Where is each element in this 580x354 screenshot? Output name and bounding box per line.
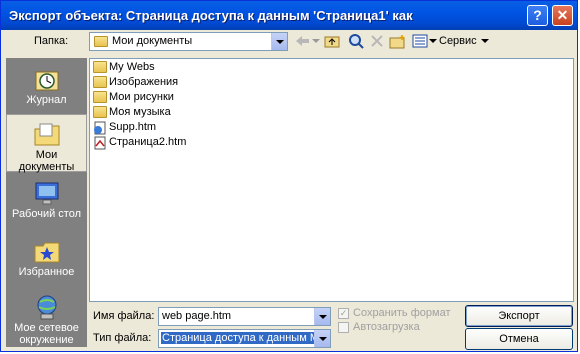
search-web-icon[interactable]	[347, 32, 365, 50]
filetype-value: Страница доступа к данным Micro	[161, 332, 330, 344]
help-button[interactable]: ?	[527, 5, 548, 26]
my-documents-icon	[33, 121, 61, 147]
place-label: Мое сетевое окружение	[14, 322, 79, 346]
save-format-label: Сохранить формат	[353, 307, 451, 319]
place-label: Рабочий стол	[11, 208, 82, 220]
filetype-combobox[interactable]: Страница доступа к данным Micro	[158, 329, 331, 348]
network-icon	[33, 294, 61, 320]
list-item[interactable]: Supp.htm	[93, 119, 156, 134]
file-list[interactable]: My Webs Изображения Мои рисунки Моя музы…	[89, 58, 574, 302]
file-name: Страница2.htm	[109, 135, 187, 148]
chevron-down-icon[interactable]	[314, 330, 330, 347]
file-name: My Webs	[109, 60, 155, 73]
my-documents-icon	[94, 36, 108, 47]
file-name: Мои рисунки	[109, 90, 174, 103]
views-icon[interactable]	[411, 32, 429, 50]
place-history[interactable]: Журнал	[6, 60, 87, 118]
tools-menu-label: Сервис	[439, 35, 477, 47]
folder-combobox[interactable]: Мои документы	[89, 32, 288, 51]
file-name: Моя музыка	[109, 105, 171, 118]
folder-combobox-value: Мои документы	[112, 35, 193, 47]
autostart-checkbox[interactable]	[338, 322, 349, 333]
filename-value: web page.htm	[162, 310, 232, 322]
desktop-icon	[33, 180, 61, 206]
chevron-down-icon[interactable]	[271, 33, 287, 50]
new-folder-icon[interactable]	[389, 32, 407, 50]
favorites-icon	[33, 238, 61, 264]
chevron-down-icon	[480, 39, 489, 43]
filename-label: Имя файла:	[93, 310, 155, 322]
list-item[interactable]: Страница2.htm	[93, 134, 186, 149]
filetype-label: Тип файла:	[93, 332, 152, 344]
htm-file-icon	[93, 136, 107, 149]
back-icon[interactable]	[293, 32, 311, 50]
place-label: Мои документы	[18, 149, 75, 173]
folder-icon	[93, 75, 107, 88]
place-desktop[interactable]: Рабочий стол	[6, 174, 87, 232]
list-item[interactable]: My Webs	[93, 59, 155, 74]
up-folder-icon[interactable]	[323, 32, 341, 50]
list-item[interactable]: Моя музыка	[93, 104, 171, 119]
autostart-label: Автозагрузка	[353, 321, 420, 333]
back-dropdown-icon[interactable]	[311, 32, 321, 50]
close-icon: ✕	[556, 7, 569, 23]
places-bar: Журнал Мои документы Рабочий стол Избран…	[6, 58, 87, 347]
place-label: Избранное	[18, 266, 75, 278]
folder-icon	[93, 90, 107, 103]
close-button[interactable]: ✕	[552, 5, 573, 26]
save-format-checkbox[interactable]: ✓	[338, 308, 349, 319]
views-dropdown-icon[interactable]	[429, 32, 437, 50]
tools-menu-button[interactable]: Сервис	[439, 35, 489, 47]
folder-icon	[93, 105, 107, 118]
window-title: Экспорт объекта: Страница доступа к данн…	[9, 8, 413, 23]
place-label: Журнал	[26, 94, 67, 106]
filename-combobox[interactable]: web page.htm	[158, 307, 331, 326]
file-name: Изображения	[109, 75, 179, 88]
chevron-down-icon[interactable]	[314, 308, 330, 325]
delete-icon[interactable]	[369, 32, 385, 50]
export-button[interactable]: Экспорт	[465, 305, 573, 327]
cancel-button[interactable]: Отмена	[465, 328, 573, 350]
list-item[interactable]: Изображения	[93, 74, 178, 89]
place-favorites[interactable]: Избранное	[6, 232, 87, 290]
checkmark-icon: ✓	[339, 308, 348, 318]
place-network[interactable]: Мое сетевое окружение	[6, 288, 87, 346]
place-my-documents[interactable]: Мои документы	[6, 114, 87, 173]
list-item[interactable]: Мои рисунки	[93, 89, 174, 104]
folder-label: Папка:	[34, 35, 69, 47]
folder-icon	[93, 60, 107, 73]
help-icon: ?	[533, 7, 542, 23]
export-dialog: Экспорт объекта: Страница доступа к данн…	[0, 0, 578, 352]
file-name: Supp.htm	[109, 120, 157, 133]
history-icon	[33, 66, 61, 92]
htm-file-icon	[93, 121, 107, 134]
title-bar[interactable]: Экспорт объекта: Страница доступа к данн…	[1, 1, 577, 30]
